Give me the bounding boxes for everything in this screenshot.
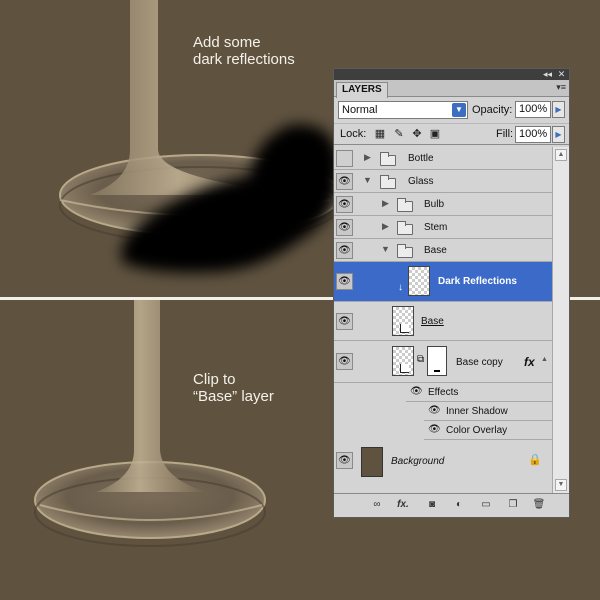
panel-titlebar[interactable]: ◂◂ ✕ xyxy=(334,69,569,80)
layer-list-scrollbar[interactable]: ▲ ▼ xyxy=(552,147,569,493)
layer-name: Stem xyxy=(424,222,448,233)
expand-triangle-icon[interactable]: ▶ xyxy=(382,198,389,209)
chain-link-icon[interactable]: ⧉ xyxy=(417,354,424,365)
lock-all-padlock-icon[interactable]: ▣ xyxy=(429,128,441,140)
lock-label: Lock: xyxy=(340,128,367,140)
blend-row: Normal ▼ Opacity: 100% ▶ xyxy=(334,97,569,123)
layer-row-base[interactable]: 👁 Base xyxy=(334,302,552,341)
adjustment-icon[interactable]: ◐ xyxy=(452,498,466,512)
layer-thumbnail xyxy=(408,266,430,296)
layer-name: Dark Reflections xyxy=(438,276,517,287)
fill-slider-arrow-icon[interactable]: ▶ xyxy=(552,126,565,143)
layer-row-dark-reflections[interactable]: 👁 ↓ Dark Reflections xyxy=(334,262,552,302)
scroll-up-icon[interactable]: ▲ xyxy=(555,149,567,161)
mask-icon[interactable]: ◙ xyxy=(425,498,439,512)
layer-row-glass[interactable]: 👁 ▼ Glass xyxy=(334,170,552,193)
expand-triangle-icon[interactable]: ▶ xyxy=(382,221,389,232)
collapse-triangle-icon[interactable]: ▼ xyxy=(363,175,372,185)
eye-icon[interactable]: 👁 xyxy=(336,353,353,370)
fx-badge-icon[interactable]: fx xyxy=(524,355,535,369)
opacity-field[interactable]: 100% xyxy=(515,101,551,118)
collapse-triangle-icon[interactable]: ▼ xyxy=(381,244,390,254)
eye-icon[interactable]: 👁 xyxy=(336,173,353,190)
panel-menu-icon[interactable]: ▾≡ xyxy=(556,82,566,93)
folder-icon xyxy=(397,244,413,258)
lock-image-brush-icon[interactable]: ✎ xyxy=(393,128,405,140)
lock-transparency-icon[interactable]: ▦ xyxy=(374,128,386,140)
close-panel-icon[interactable]: ✕ xyxy=(556,69,567,80)
trash-icon[interactable]: 🗑 xyxy=(532,498,546,512)
lock-icon: 🔒 xyxy=(528,454,542,466)
effects-label: Effects xyxy=(428,387,459,398)
layer-mask-thumbnail[interactable] xyxy=(427,346,447,376)
caption-bottom-line-1: Clip to xyxy=(193,371,236,388)
layer-name: Base copy xyxy=(456,357,503,368)
fill-field[interactable]: 100% xyxy=(515,126,551,143)
folder-icon xyxy=(380,175,396,189)
lock-position-move-icon[interactable]: ✥ xyxy=(411,128,423,140)
clipping-icon xyxy=(400,364,409,373)
layer-name: Bottle xyxy=(408,153,434,164)
scroll-down-icon[interactable]: ▼ xyxy=(555,479,567,491)
expand-triangle-icon[interactable]: ▶ xyxy=(364,152,371,163)
visibility-toggle-empty-icon[interactable] xyxy=(336,150,353,167)
eye-icon[interactable]: 👁 xyxy=(410,386,423,397)
layer-name: Background xyxy=(391,456,445,467)
effects-collapse-triangle-icon[interactable]: ▲ xyxy=(541,356,548,363)
folder-icon xyxy=(380,152,396,166)
eye-icon[interactable]: 👁 xyxy=(336,242,353,259)
effect-name: Color Overlay xyxy=(446,425,508,436)
opacity-slider-arrow-icon[interactable]: ▶ xyxy=(552,101,565,118)
layer-row-base-group[interactable]: 👁 ▼ Base xyxy=(334,239,552,262)
new-group-icon[interactable]: ▭ xyxy=(479,498,493,512)
layer-row-background[interactable]: 👁 Background 🔒 xyxy=(334,440,552,482)
fill-label: Fill: xyxy=(496,128,514,140)
lock-row: Lock: ▦ ✎ ✥ ▣ Fill: 100% ▶ xyxy=(334,123,569,145)
panel-tab-row: LAYERS ▾≡ xyxy=(334,80,569,98)
eye-icon[interactable]: 👁 xyxy=(336,313,353,330)
effect-name: Inner Shadow xyxy=(446,406,508,417)
layer-list: ▶ Bottle 👁 ▼ Glass 👁 ▶ Bulb 👁 ▶ Stem 👁 ▼… xyxy=(334,147,552,493)
panel-footer: ∞ fx. ◙ ◐ ▭ ❐ 🗑 xyxy=(334,493,569,517)
effect-row-color-overlay[interactable]: 👁 Color Overlay xyxy=(424,421,552,440)
layer-row-stem[interactable]: 👁 ▶ Stem xyxy=(334,216,552,239)
caption-top-line-1: Add some xyxy=(193,34,261,51)
folder-icon xyxy=(397,198,413,212)
eye-icon[interactable]: 👁 xyxy=(336,452,353,469)
tab-layers[interactable]: LAYERS xyxy=(336,82,388,98)
layer-name: Base xyxy=(421,316,444,327)
eye-icon[interactable]: 👁 xyxy=(336,273,353,290)
eye-icon[interactable]: 👁 xyxy=(336,219,353,236)
link-icon[interactable]: ∞ xyxy=(370,498,384,512)
collapse-panel-icon[interactable]: ◂◂ xyxy=(542,69,553,80)
opacity-label: Opacity: xyxy=(472,104,513,116)
effect-row-inner-shadow[interactable]: 👁 Inner Shadow xyxy=(424,402,552,421)
layer-name: Glass xyxy=(408,176,434,187)
background-thumbnail xyxy=(361,447,383,477)
eye-icon[interactable]: 👁 xyxy=(428,405,441,416)
blend-mode-select[interactable]: Normal ▼ xyxy=(338,101,468,119)
caption-bottom-line-2: “Base” layer xyxy=(193,388,274,405)
caption-bottom: Clip to “Base” layer xyxy=(193,371,274,405)
layers-panel: ◂◂ ✕ LAYERS ▾≡ Normal ▼ Opacity: 100% ▶ … xyxy=(333,68,570,518)
layer-row-bottle[interactable]: ▶ Bottle xyxy=(334,147,552,170)
fx-icon[interactable]: fx. xyxy=(396,498,410,512)
layer-name: Bulb xyxy=(424,199,445,210)
eye-icon[interactable]: 👁 xyxy=(336,196,353,213)
clipping-icon xyxy=(400,324,409,333)
layer-row-base-copy[interactable]: 👁 ⧉ Base copy fx ▲ xyxy=(334,341,552,383)
eye-icon[interactable]: 👁 xyxy=(428,424,441,435)
effects-row[interactable]: 👁 Effects xyxy=(406,383,552,402)
clip-arrow-icon: ↓ xyxy=(398,282,403,293)
folder-icon xyxy=(397,221,413,235)
layer-name: Base xyxy=(424,245,447,256)
caption-top: Add some dark reflections xyxy=(193,34,295,68)
chevron-down-icon[interactable]: ▼ xyxy=(452,103,466,117)
new-layer-icon[interactable]: ❐ xyxy=(506,498,520,512)
layer-row-bulb[interactable]: 👁 ▶ Bulb xyxy=(334,193,552,216)
caption-top-line-2: dark reflections xyxy=(193,51,295,68)
blend-mode-value: Normal xyxy=(342,104,378,116)
